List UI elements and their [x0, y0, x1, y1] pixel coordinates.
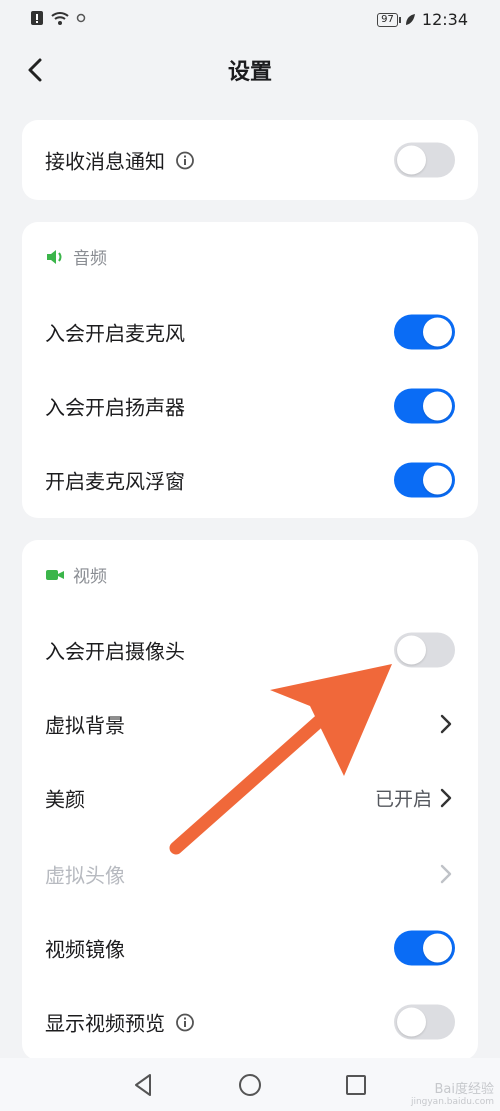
audio-section-header: 音频 [45, 244, 107, 269]
toggle-knob [397, 635, 426, 665]
info-icon[interactable] [175, 150, 195, 170]
video-row-camera: 入会开启摄像头 [22, 613, 478, 687]
battery-indicator: 97 [377, 12, 401, 27]
notify-label: 接收消息通知 [45, 149, 165, 174]
speaker-icon [47, 249, 62, 264]
audio-speaker-toggle[interactable] [394, 388, 455, 424]
status-right: 97 12:34 [377, 10, 468, 29]
circle-home-icon [239, 1074, 261, 1096]
watermark: Bai度经验 jingyan.baidu.com [411, 1078, 494, 1107]
preview-label-wrap: 显示视频预览 [45, 1008, 195, 1037]
audio-section-title: 音频 [73, 249, 107, 269]
nav-back-button[interactable] [128, 1070, 158, 1100]
triangle-back-icon [135, 1074, 151, 1096]
video-card: 视频 入会开启摄像头 虚拟背景 美颜 已开启 虚拟头像 视频镜像 显示视频预览 [22, 540, 478, 1060]
video-row-mirror: 视频镜像 [22, 911, 478, 985]
video-camera-icon [46, 569, 64, 580]
toggle-knob [423, 465, 452, 495]
toggle-knob [423, 391, 452, 421]
nav-home-button[interactable] [235, 1070, 265, 1100]
beauty-label: 美颜 [45, 787, 85, 812]
watermark-text: Bai度经验 [434, 1082, 495, 1097]
virtual-bg-label: 虚拟背景 [45, 713, 125, 738]
leaf-icon [405, 13, 415, 25]
toggle-knob [423, 317, 452, 347]
info-icon[interactable] [175, 1012, 195, 1032]
preview-toggle[interactable] [394, 1004, 455, 1040]
audio-row-mic: 入会开启麦克风 [22, 295, 478, 369]
audio-floating-toggle[interactable] [394, 462, 455, 498]
audio-floating-label: 开启麦克风浮窗 [45, 469, 185, 494]
status-bar: 97 12:34 [0, 0, 500, 40]
mirror-toggle[interactable] [394, 930, 455, 966]
system-nav-bar: Bai度经验 jingyan.baidu.com [0, 1058, 500, 1111]
audio-row-speaker: 入会开启扬声器 [22, 369, 478, 443]
alert-icon [31, 11, 43, 25]
toggle-knob [423, 933, 452, 963]
clock: 12:34 [421, 10, 468, 29]
video-camera-label: 入会开启摄像头 [45, 639, 185, 664]
notify-row: 接收消息通知 [22, 123, 478, 197]
beauty-value: 已开启 [374, 788, 432, 811]
video-row-virtual-bg[interactable]: 虚拟背景 [22, 687, 478, 761]
audio-card: 音频 入会开启麦克风 入会开启扬声器 开启麦克风浮窗 [22, 222, 478, 518]
notify-label-wrap: 接收消息通知 [45, 146, 195, 175]
chevron-right-icon [440, 864, 452, 884]
notify-card: 接收消息通知 [22, 120, 478, 200]
audio-mic-label: 入会开启麦克风 [45, 321, 185, 346]
audio-speaker-label: 入会开启扬声器 [45, 395, 185, 420]
watermark-sub: jingyan.baidu.com [410, 1097, 494, 1107]
virtual-avatar-label: 虚拟头像 [45, 863, 125, 888]
video-row-preview: 显示视频预览 [22, 985, 478, 1059]
preview-label: 显示视频预览 [45, 1011, 165, 1036]
wifi-icon [51, 12, 69, 25]
square-recents-icon [346, 1075, 366, 1095]
notify-toggle[interactable] [394, 142, 455, 178]
video-section-title: 视频 [73, 567, 107, 587]
audio-row-floating: 开启麦克风浮窗 [22, 443, 478, 517]
toggle-knob [397, 145, 426, 175]
header: 设置 [0, 40, 500, 100]
page-title: 设置 [227, 60, 272, 85]
nav-recents-button[interactable] [341, 1070, 371, 1100]
chevron-right-icon [440, 714, 452, 734]
video-camera-toggle[interactable] [394, 632, 455, 668]
mirror-label: 视频镜像 [45, 937, 125, 962]
video-section-header: 视频 [45, 562, 107, 587]
video-row-beauty[interactable]: 美颜 已开启 [22, 761, 478, 835]
audio-mic-toggle[interactable] [394, 314, 455, 350]
toggle-knob [397, 1007, 426, 1037]
chevron-right-icon [440, 788, 452, 808]
sync-icon [76, 13, 86, 23]
video-row-virtual-avatar[interactable]: 虚拟头像 [22, 837, 478, 911]
status-left [30, 10, 86, 26]
